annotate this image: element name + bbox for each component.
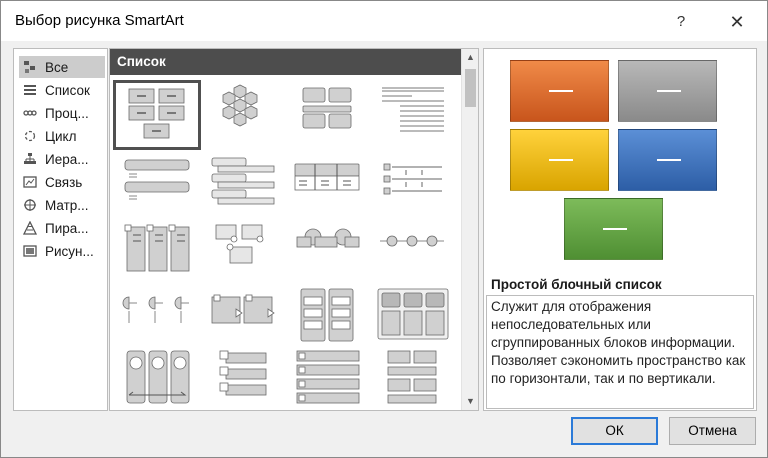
close-button[interactable]: ✕ <box>717 9 757 35</box>
layout-vertical-picture-list[interactable] <box>115 221 199 287</box>
category-label: Рисун... <box>45 243 94 259</box>
category-label: Иера... <box>45 151 89 167</box>
process-icon <box>22 105 38 121</box>
preview-block-blue <box>618 129 717 191</box>
category-list: Все Список Проц... Цикл Иера... Связь Ма… <box>13 48 108 411</box>
category-label: Пира... <box>45 220 89 236</box>
layout-lined-list[interactable] <box>370 82 454 148</box>
layout-vertical-circle-list[interactable] <box>200 349 284 410</box>
hierarchy-icon <box>22 151 38 167</box>
smartart-dialog: Выбор рисунка SmartArt ? ✕ Все Список Пр… <box>0 0 768 458</box>
category-item-hierarchy[interactable]: Иера... <box>19 148 105 170</box>
gallery-header: Список <box>110 49 461 75</box>
preview-title: Простой блочный список <box>491 277 662 292</box>
gallery-scrollbar[interactable]: ▲ ▼ <box>461 49 478 410</box>
layout-picture-block-grid[interactable] <box>370 287 454 353</box>
category-label: Связь <box>45 174 83 190</box>
layout-horizontal-bullet-list[interactable] <box>285 154 369 220</box>
category-item-all[interactable]: Все <box>19 56 105 78</box>
relationship-icon <box>22 174 38 190</box>
matrix-icon <box>22 197 38 213</box>
layout-vertical-box-list[interactable] <box>200 154 284 220</box>
layout-basic-block-list[interactable] <box>113 80 201 150</box>
picture-icon <box>22 243 38 259</box>
layout-table-list[interactable] <box>370 154 454 220</box>
category-item-process[interactable]: Проц... <box>19 102 105 124</box>
layout-circle-accent-timeline[interactable] <box>285 221 369 287</box>
layout-gallery: Список ▲ ▼ <box>109 48 479 411</box>
layout-arrow-box-process[interactable] <box>200 287 284 353</box>
layout-picture-caption-list[interactable] <box>200 221 284 287</box>
preview-block-yellow <box>510 129 609 191</box>
category-label: Список <box>45 82 90 98</box>
scroll-thumb[interactable] <box>465 69 476 107</box>
pyramid-icon <box>22 220 38 236</box>
layout-stacked-blocks[interactable] <box>285 82 369 148</box>
category-label: Проц... <box>45 105 89 121</box>
category-item-relationship[interactable]: Связь <box>19 171 105 193</box>
cancel-button[interactable]: Отмена <box>669 417 756 445</box>
category-item-cycle[interactable]: Цикл <box>19 125 105 147</box>
all-icon <box>22 59 38 75</box>
layout-hexagon-cluster[interactable] <box>200 82 284 148</box>
help-button[interactable]: ? <box>661 9 701 35</box>
ok-button[interactable]: ОК <box>571 417 658 445</box>
preview-panel: Простой блочный список Служит для отобра… <box>483 48 757 411</box>
category-item-matrix[interactable]: Матр... <box>19 194 105 216</box>
layout-half-circle-accent[interactable] <box>115 287 199 353</box>
cycle-icon <box>22 128 38 144</box>
layout-trapezoid-list[interactable] <box>285 349 369 410</box>
category-item-pyramid[interactable]: Пира... <box>19 217 105 239</box>
scroll-down-icon[interactable]: ▼ <box>462 393 478 410</box>
gallery-header-label: Список <box>117 54 166 69</box>
scroll-up-icon[interactable]: ▲ <box>462 49 478 66</box>
preview-block-gray <box>618 60 717 122</box>
category-item-picture[interactable]: Рисун... <box>19 240 105 262</box>
category-label: Все <box>45 59 69 75</box>
list-icon <box>22 82 38 98</box>
preview-description: Служит для отображения непоследовательны… <box>486 295 754 409</box>
layout-grouped-list[interactable] <box>285 287 369 353</box>
category-item-list[interactable]: Список <box>19 79 105 101</box>
layout-block-grid-list[interactable] <box>370 349 454 410</box>
preview-block-orange <box>510 60 609 122</box>
category-label: Матр... <box>45 197 89 213</box>
window-title: Выбор рисунка SmartArt <box>15 12 184 29</box>
layout-circular-picture-callout[interactable] <box>115 349 199 410</box>
layout-vertical-bullet-list[interactable] <box>115 154 199 220</box>
title-bar: Выбор рисунка SmartArt ? ✕ <box>1 1 767 41</box>
category-label: Цикл <box>45 128 77 144</box>
layout-bullet-circle-list[interactable] <box>370 221 454 287</box>
preview-block-green <box>564 198 663 260</box>
